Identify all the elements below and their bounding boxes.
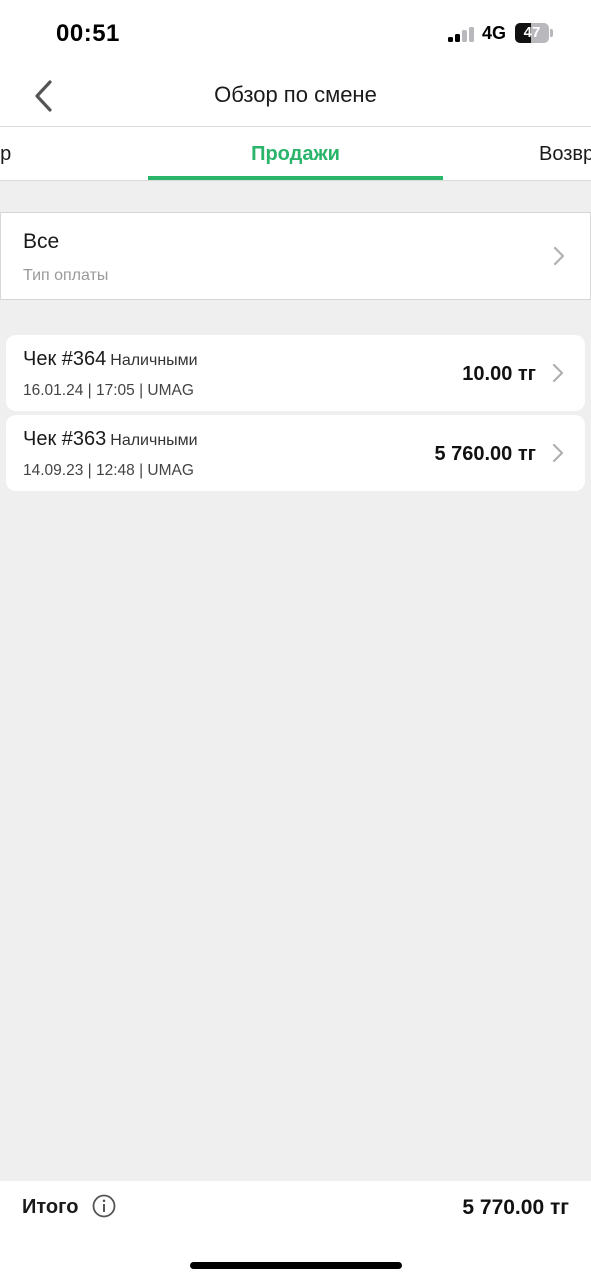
- receipt-amount: 5 760.00 тг: [434, 443, 536, 465]
- status-time: 00:51: [56, 20, 120, 47]
- filter-value: Все: [23, 230, 60, 253]
- network-type: 4G: [482, 23, 507, 43]
- tab-overview[interactable]: зор: [0, 143, 11, 166]
- tab-returns[interactable]: Возвр: [539, 143, 591, 166]
- total-value: 5 770.00 тг: [462, 1196, 569, 1219]
- tab-sales[interactable]: Продажи: [148, 143, 443, 166]
- battery-level: 47: [523, 24, 541, 41]
- chevron-right-icon: [552, 363, 564, 383]
- payment-type-filter[interactable]: Все Тип оплаты: [0, 212, 591, 300]
- signal-icon: [448, 26, 476, 42]
- receipt-number: Чек #364: [23, 348, 107, 370]
- signal-bar: [462, 30, 467, 42]
- receipt-number: Чек #363: [23, 428, 107, 450]
- tabs-divider: [0, 180, 591, 181]
- receipt-payment-type: Наличными: [110, 432, 198, 449]
- page-title: Обзор по смене: [214, 82, 377, 107]
- total-footer: Итого 5 770.00 тг: [0, 1181, 591, 1280]
- signal-bar: [448, 37, 453, 42]
- header: 00:51 4G 47 Обзор по смене зор Продажи В…: [0, 0, 591, 181]
- battery-cap: [550, 29, 553, 37]
- receipt-meta: 16.01.24 | 17:05 | UMAG: [23, 382, 194, 399]
- receipt-meta: 14.09.23 | 12:48 | UMAG: [23, 462, 194, 479]
- signal-bar: [469, 26, 474, 42]
- info-icon[interactable]: [92, 1194, 116, 1218]
- signal-bar: [455, 33, 460, 42]
- receipt-card[interactable]: Чек #364 Наличными 16.01.24 | 17:05 | UMA…: [6, 335, 585, 411]
- receipt-card[interactable]: Чек #363 Наличными 14.09.23 | 12:48 | UMA…: [6, 415, 585, 491]
- receipt-payment-type: Наличными: [110, 352, 198, 369]
- nav-divider: [0, 126, 591, 127]
- battery-icon: 47: [515, 23, 549, 43]
- filter-label: Тип оплаты: [23, 267, 109, 284]
- receipt-amount: 10.00 тг: [462, 363, 536, 385]
- chevron-right-icon: [553, 246, 565, 266]
- chevron-right-icon: [552, 443, 564, 463]
- home-indicator[interactable]: [190, 1262, 402, 1269]
- total-label: Итого: [22, 1196, 79, 1218]
